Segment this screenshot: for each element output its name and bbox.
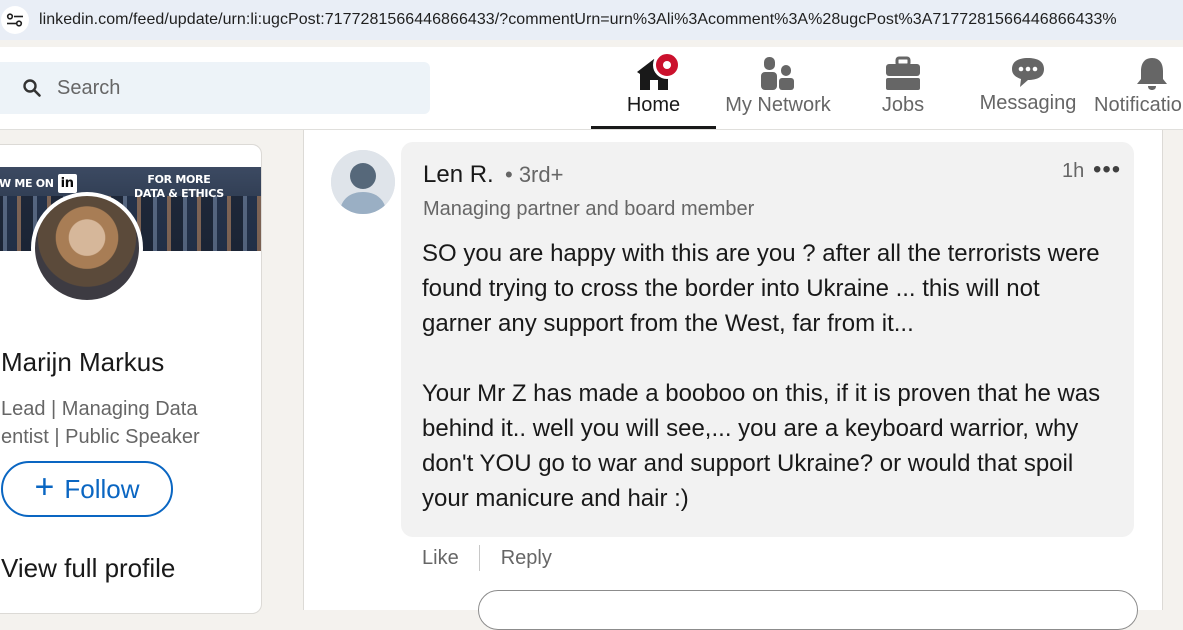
profile-name[interactable]: Marijn Markus [1, 347, 164, 378]
comment-text: SO you are happy with this are you ? aft… [422, 240, 1101, 512]
plus-icon: + [34, 468, 55, 506]
banner-text-left: W ME ON in [0, 174, 77, 193]
nav-my-network-label: My Network [725, 94, 831, 116]
reply-button[interactable]: Reply [501, 547, 552, 570]
browser-address-bar: linkedin.com/feed/update/urn:li:ugcPost:… [0, 0, 1183, 40]
reply-input[interactable] [478, 590, 1138, 630]
nav-home-label: Home [626, 94, 681, 116]
banner-text-right: FOR MORE DATA & ETHICS [134, 173, 224, 200]
nav-notifications[interactable]: Notifications [1094, 47, 1183, 129]
view-full-profile-link[interactable]: View full profile [1, 553, 175, 584]
profile-headline: Lead | Managing Data entist | Public Spe… [1, 398, 200, 448]
top-navigation: Home My Network Jobs Messaging Notifica [0, 47, 1183, 130]
linkedin-logo-icon: in [57, 174, 77, 193]
nav-jobs-label: Jobs [881, 94, 925, 116]
connection-degree: • 3rd+ [505, 162, 564, 187]
nav-messaging-label: Messaging [979, 92, 1077, 114]
nav-notifications-label: Notifications [1094, 94, 1183, 116]
site-info-icon[interactable] [1, 6, 29, 34]
nav-jobs[interactable]: Jobs [860, 47, 946, 129]
profile-avatar[interactable] [31, 192, 143, 304]
network-icon [761, 57, 794, 90]
comment-bubble: Len R. • 3rd+ 1h ••• Managing partner an… [401, 142, 1134, 537]
profile-card: W ME ON in FOR MORE DATA & ETHICS Marijn… [0, 144, 262, 614]
notification-badge [653, 51, 681, 79]
comment-timestamp: 1h [1062, 160, 1085, 182]
more-options-icon[interactable]: ••• [1093, 156, 1121, 184]
nav-messaging[interactable]: Messaging [975, 47, 1081, 129]
comment-author-headline: Managing partner and board member [423, 198, 755, 220]
messaging-icon [1012, 58, 1044, 87]
action-divider [478, 545, 480, 571]
follow-button[interactable]: + Follow [1, 461, 173, 517]
bell-icon [1137, 58, 1167, 90]
search-input[interactable] [57, 76, 357, 100]
follow-label: Follow [64, 473, 140, 504]
nav-home[interactable]: Home [591, 47, 716, 129]
search-icon [23, 79, 41, 97]
commenter-avatar[interactable] [331, 150, 395, 214]
url-text[interactable]: linkedin.com/feed/update/urn:li:ugcPost:… [39, 11, 1117, 29]
briefcase-icon [886, 56, 920, 90]
person-placeholder-icon [331, 150, 395, 214]
comment-author-name[interactable]: Len R. [423, 161, 494, 189]
comment-actions: Like Reply [422, 545, 552, 571]
like-button[interactable]: Like [422, 547, 459, 570]
nav-my-network[interactable]: My Network [718, 47, 838, 129]
search-bar[interactable] [0, 62, 430, 114]
